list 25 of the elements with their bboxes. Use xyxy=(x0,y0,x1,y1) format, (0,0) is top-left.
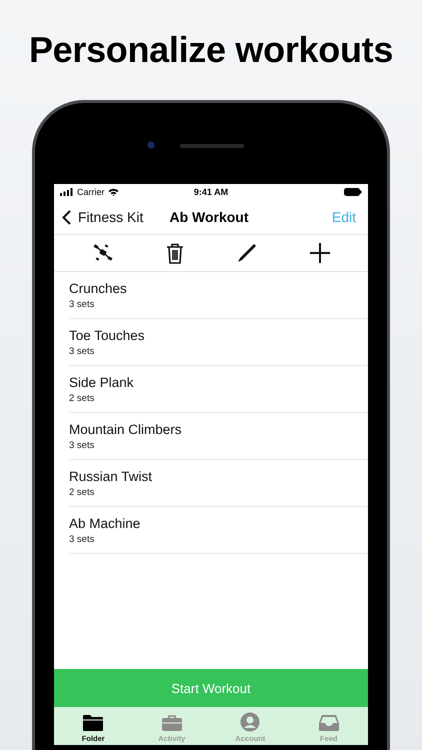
pencil-icon[interactable] xyxy=(236,243,256,263)
speaker-grille xyxy=(180,144,244,148)
headline: Personalize workouts xyxy=(28,28,394,72)
nav-title: Ab Workout xyxy=(169,209,249,225)
account-icon xyxy=(240,712,260,732)
chevron-left-icon xyxy=(62,210,71,224)
carrier-label: Carrier xyxy=(77,187,105,197)
tray-icon xyxy=(318,714,340,732)
exercise-row[interactable]: Toe Touches 3 sets xyxy=(69,319,368,366)
exercise-row[interactable]: Ab Machine 3 sets xyxy=(69,507,368,554)
back-button[interactable]: Fitness Kit xyxy=(62,209,162,225)
exercise-row[interactable]: Russian Twist 2 sets xyxy=(69,460,368,507)
camera-icon xyxy=(147,141,155,149)
add-icon[interactable] xyxy=(310,243,330,263)
signal-icon xyxy=(60,188,74,196)
trash-icon[interactable] xyxy=(166,242,184,264)
exercise-row[interactable]: Side Plank 2 sets xyxy=(69,366,368,413)
status-time: 9:41 AM xyxy=(194,187,228,197)
folder-icon xyxy=(82,714,104,732)
battery-icon xyxy=(344,188,362,196)
satellite-icon[interactable] xyxy=(92,244,112,262)
exercise-row[interactable]: Crunches 3 sets xyxy=(69,272,368,319)
wifi-icon xyxy=(108,188,119,196)
briefcase-icon xyxy=(160,714,183,732)
exercise-row[interactable]: Mountain Climbers 3 sets xyxy=(69,413,368,460)
